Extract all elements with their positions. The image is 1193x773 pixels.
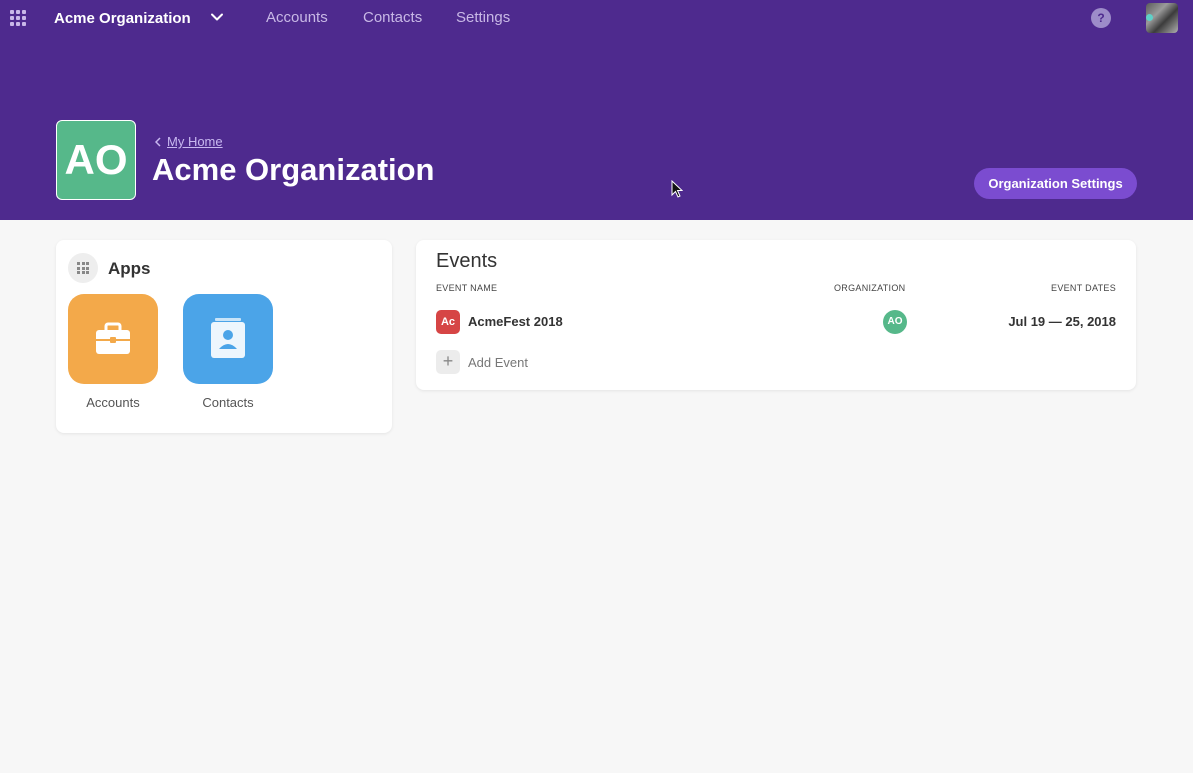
add-event-label: Add Event — [468, 355, 528, 370]
top-navigation: Acme Organization Accounts Contacts Sett… — [0, 0, 1193, 36]
breadcrumb[interactable]: My Home — [155, 134, 223, 149]
user-avatar[interactable] — [1146, 3, 1178, 33]
plus-icon: + — [436, 350, 460, 374]
page-title: Acme Organization — [152, 152, 435, 187]
contacts-app-label: Contacts — [202, 395, 254, 410]
column-header-event-dates: EVENT DATES — [1051, 283, 1116, 293]
apps-title: Apps — [108, 259, 151, 278]
event-name[interactable]: AcmeFest 2018 — [468, 314, 563, 329]
table-row[interactable]: Ac AcmeFest 2018 AO Jul 19 — 25, 2018 — [416, 306, 1136, 338]
breadcrumb-link[interactable]: My Home — [167, 134, 223, 149]
column-header-event-name: EVENT NAME — [436, 283, 498, 293]
nav-settings[interactable]: Settings — [456, 9, 510, 26]
organization-settings-button[interactable]: Organization Settings — [974, 168, 1137, 199]
org-switcher[interactable]: Acme Organization — [54, 8, 191, 28]
event-badge: Ac — [436, 310, 460, 334]
chevron-down-icon[interactable] — [209, 9, 225, 25]
nav-accounts[interactable]: Accounts — [266, 9, 328, 26]
nav-contacts[interactable]: Contacts — [363, 9, 422, 26]
event-org-avatar: AO — [883, 310, 907, 334]
apps-card: Apps Accounts Contacts — [56, 240, 392, 433]
chevron-left-icon — [155, 136, 161, 147]
help-icon[interactable]: ? — [1091, 8, 1111, 28]
event-dates: Jul 19 — 25, 2018 — [1008, 314, 1116, 329]
header-banner: Acme Organization Accounts Contacts Sett… — [0, 0, 1193, 220]
accounts-app-tile[interactable] — [68, 294, 158, 384]
contacts-app-tile[interactable] — [183, 294, 273, 384]
apps-grid-icon — [68, 253, 98, 283]
events-card: Events EVENT NAME ORGANIZATION EVENT DAT… — [416, 240, 1136, 390]
app-launcher-icon[interactable] — [10, 10, 26, 26]
status-indicator — [1146, 14, 1153, 21]
column-header-organization: ORGANIZATION — [834, 283, 906, 293]
contact-card-icon — [211, 318, 245, 358]
accounts-app-label: Accounts — [86, 395, 140, 410]
events-title: Events — [436, 250, 498, 272]
org-logo: AO — [56, 120, 136, 200]
briefcase-icon — [96, 322, 130, 354]
mouse-cursor-icon — [671, 180, 683, 198]
